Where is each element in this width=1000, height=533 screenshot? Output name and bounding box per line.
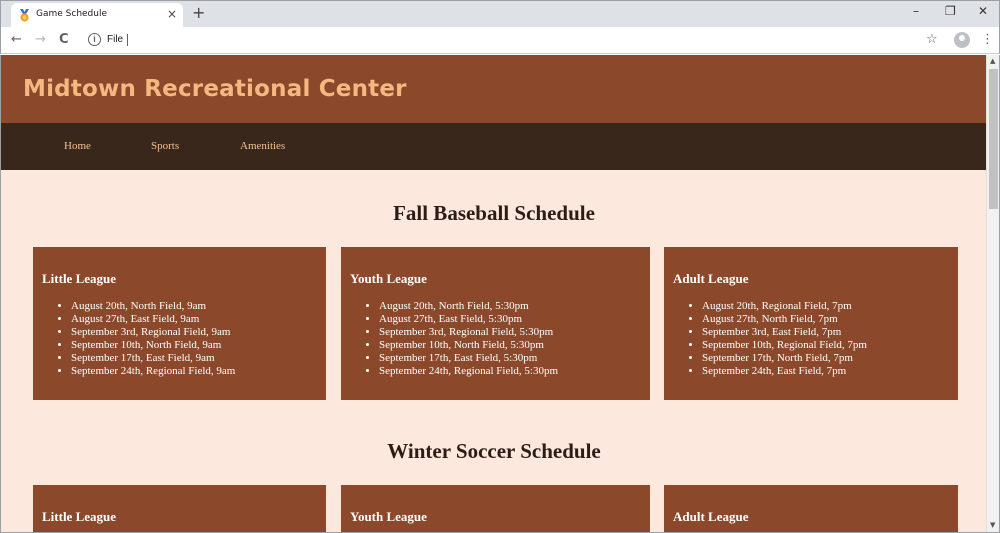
- section-title-baseball: Fall Baseball Schedule: [393, 201, 595, 225]
- nav-link-sports[interactable]: Sports: [151, 140, 179, 152]
- list-item: August 27th, East Field, 5:30pm: [379, 313, 558, 326]
- schedule-card-adult-league: Adult League August 20th, Regional Field…: [664, 247, 958, 400]
- list-item: September 24th, Regional Field, 5:30pm: [379, 365, 558, 378]
- page-viewport: Midtown Recreational Center Home Sports …: [0, 55, 1000, 533]
- schedule-list: August 20th, North Field, 5:30pm August …: [379, 300, 558, 378]
- site-title: Midtown Recreational Center: [23, 76, 407, 102]
- scrollbar-thumb[interactable]: [989, 69, 998, 209]
- browser-tab-strip: Game Schedule × + – ❐ ✕: [0, 0, 1000, 28]
- restore-icon[interactable]: ❐: [945, 4, 956, 18]
- schedule-list: August 20th, Regional Field, 7pm August …: [702, 300, 867, 378]
- list-item: August 20th, North Field, 5:30pm: [379, 300, 558, 313]
- schedule-card-little-league: Little League August 20th, North Field, …: [33, 247, 326, 400]
- card-title: Adult League: [673, 271, 749, 286]
- list-item: September 24th, Regional Field, 9am: [71, 365, 235, 378]
- bookmark-star-icon[interactable]: ☆: [926, 32, 938, 48]
- list-item: September 3rd, Regional Field, 5:30pm: [379, 326, 558, 339]
- address-bar[interactable]: i File: [81, 30, 951, 51]
- nav-link-amenities[interactable]: Amenities: [240, 140, 285, 152]
- schedule-card-youth-league: Youth League: [341, 485, 650, 532]
- list-item: September 3rd, Regional Field, 9am: [71, 326, 235, 339]
- nav-link-home[interactable]: Home: [64, 140, 91, 152]
- info-icon[interactable]: i: [88, 33, 101, 46]
- schedule-card-youth-league: Youth League August 20th, North Field, 5…: [341, 247, 650, 400]
- close-tab-icon[interactable]: ×: [167, 7, 177, 21]
- profile-avatar-icon[interactable]: [954, 32, 970, 48]
- list-item: September 3rd, East Field, 7pm: [702, 326, 867, 339]
- schedule-list: August 20th, North Field, 9am August 27t…: [71, 300, 235, 378]
- minimize-icon[interactable]: –: [913, 4, 919, 18]
- schedule-card-adult-league: Adult League: [664, 485, 958, 532]
- text-cursor: [127, 34, 128, 46]
- card-title: Little League: [42, 271, 117, 286]
- list-item: September 10th, North Field, 5:30pm: [379, 339, 558, 352]
- forward-icon[interactable]: →: [35, 32, 46, 48]
- schedule-card-little-league: Little League: [33, 485, 326, 532]
- vertical-scrollbar[interactable]: ▲ ▼: [986, 55, 999, 532]
- browser-tab[interactable]: Game Schedule ×: [11, 3, 183, 28]
- list-item: August 27th, East Field, 9am: [71, 313, 235, 326]
- list-item: August 20th, Regional Field, 7pm: [702, 300, 867, 313]
- new-tab-icon[interactable]: +: [192, 5, 205, 21]
- browser-toolbar: ← → C i File ☆ ⋮: [0, 27, 1000, 54]
- list-item: September 10th, Regional Field, 7pm: [702, 339, 867, 352]
- list-item: September 17th, East Field, 9am: [71, 352, 235, 365]
- list-item: September 24th, East Field, 7pm: [702, 365, 867, 378]
- back-icon[interactable]: ←: [11, 32, 22, 48]
- list-item: August 27th, North Field, 7pm: [702, 313, 867, 326]
- list-item: September 17th, North Field, 7pm: [702, 352, 867, 365]
- card-title: Youth League: [350, 509, 427, 524]
- url-scheme: File: [107, 34, 124, 45]
- list-item: September 10th, North Field, 9am: [71, 339, 235, 352]
- reload-icon[interactable]: C: [59, 32, 69, 48]
- card-title: Little League: [42, 509, 117, 524]
- site-nav: Home Sports Amenities: [1, 123, 987, 170]
- tab-title: Game Schedule: [36, 9, 108, 19]
- menu-icon[interactable]: ⋮: [981, 32, 994, 48]
- scroll-down-icon[interactable]: ▼: [990, 521, 995, 529]
- section-title-soccer: Winter Soccer Schedule: [387, 439, 601, 463]
- card-title: Youth League: [350, 271, 427, 286]
- medal-icon: [20, 9, 29, 22]
- list-item: August 20th, North Field, 9am: [71, 300, 235, 313]
- scroll-up-icon[interactable]: ▲: [990, 57, 995, 65]
- close-window-icon[interactable]: ✕: [978, 4, 988, 18]
- site-header: Midtown Recreational Center: [1, 55, 987, 123]
- list-item: September 17th, East Field, 5:30pm: [379, 352, 558, 365]
- card-title: Adult League: [673, 509, 749, 524]
